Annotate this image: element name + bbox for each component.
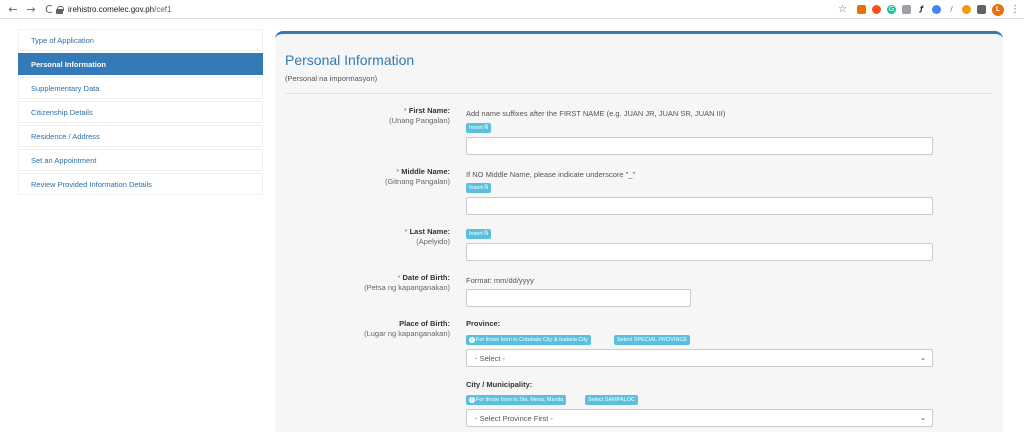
select-special-province-button[interactable]: Select SPECIAL PROVINCE <box>614 335 691 345</box>
first-name-hint: Add name suffixes after the FIRST NAME (… <box>466 109 726 118</box>
insert-enye-button[interactable]: Insert Ñ <box>466 123 492 133</box>
chevron-down-icon: ⌄ <box>920 354 926 362</box>
first-name-translation: (Unang Pangalan) <box>389 116 450 125</box>
extension-icon[interactable] <box>962 5 971 14</box>
dob-hint: Format: mm/dd/yyyy <box>466 276 534 285</box>
place-of-birth-translation: (Lugar ng kapanganakan) <box>364 329 450 338</box>
reload-icon[interactable]: C <box>42 2 56 16</box>
last-name-translation: (Apelyido) <box>416 237 450 246</box>
sta-mesa-info-badge[interactable]: i For those born in Sta. Mesa, Manila <box>466 395 567 405</box>
first-name-label: * First Name: (Unang Pangalan) <box>389 106 450 126</box>
info-icon: i <box>469 337 475 343</box>
url-host: irehistro.comelec.gov.ph <box>68 5 155 14</box>
middle-name-hint: If NO Middle Name, please indicate under… <box>466 170 636 179</box>
forward-arrow-icon[interactable]: → <box>24 2 38 16</box>
middle-name-translation: (Gitnang Pangalan) <box>384 177 450 186</box>
city-select-value: - Select Province First - <box>475 413 553 423</box>
cotabato-isabela-info-text: For those born in Cotabato City & Isabel… <box>476 337 588 343</box>
last-name-label-text: Last Name: <box>409 227 450 236</box>
place-of-birth-label-text: Place of Birth: <box>399 319 450 328</box>
dob-input[interactable] <box>466 289 691 307</box>
extensions-bar: ☆ G ƒ / L ⋮ <box>838 2 1020 17</box>
info-icon: i <box>469 397 475 403</box>
insert-enye-button[interactable]: Insert Ñ <box>466 229 492 239</box>
back-arrow-icon[interactable]: ← <box>6 2 20 16</box>
first-name-input[interactable] <box>466 137 933 155</box>
grammarly-icon[interactable]: G <box>887 5 896 14</box>
insert-enye-button[interactable]: Insert Ñ <box>466 183 492 193</box>
first-name-label-text: First Name: <box>408 106 450 115</box>
personal-information-panel: Personal Information (Personal na imporm… <box>275 31 1003 432</box>
sidebar-item-personal-information[interactable]: Personal Information <box>18 53 263 75</box>
province-label: Province: <box>466 319 501 328</box>
dob-label-text: Date of Birth: <box>402 273 451 282</box>
middle-name-input[interactable] <box>466 197 933 215</box>
place-of-birth-label: Place of Birth: (Lugar ng kapanganakan) <box>364 319 450 339</box>
bookmark-star-icon[interactable]: ☆ <box>838 4 847 15</box>
lock-icon[interactable] <box>56 5 64 14</box>
puzzle-icon[interactable] <box>977 5 986 14</box>
dob-label: * Date of Birth: (Petsa ng kapanganakan) <box>364 273 450 293</box>
steps-sidebar: Type of Application Personal Information… <box>18 29 263 197</box>
sidebar-item-set-appointment[interactable]: Set an Appointment <box>18 149 263 171</box>
divider <box>285 93 993 94</box>
address-bar[interactable]: irehistro.comelec.gov.ph/cef1 <box>56 2 856 17</box>
menu-dots-icon[interactable]: ⋮ <box>1010 4 1020 15</box>
chevron-down-icon: ⌄ <box>920 414 926 422</box>
province-select-value: - Select - <box>475 353 506 363</box>
url-path: /cef1 <box>154 5 172 14</box>
required-asterisk: * <box>397 273 401 282</box>
sidebar-item-review-information[interactable]: Review Provided Information Details <box>18 173 263 195</box>
sta-mesa-info-text: For those born in Sta. Mesa, Manila <box>476 397 564 403</box>
browser-toolbar: ← → C irehistro.comelec.gov.ph/cef1 ☆ G … <box>0 0 1024 19</box>
middle-name-label-text: Middle Name: <box>401 167 450 176</box>
extension-icon[interactable] <box>872 5 881 14</box>
extension-icon[interactable] <box>857 5 866 14</box>
formula-icon[interactable]: ƒ <box>917 5 926 14</box>
eyedropper-icon[interactable]: / <box>947 5 956 14</box>
extension-icon[interactable] <box>902 5 911 14</box>
last-name-label: * Last Name: (Apelyido) <box>405 227 450 247</box>
sidebar-item-supplementary-data[interactable]: Supplementary Data <box>18 77 263 99</box>
page-title: Personal Information <box>285 52 415 68</box>
city-municipality-select[interactable]: - Select Province First - ⌄ <box>466 409 933 427</box>
required-asterisk: * <box>396 167 400 176</box>
dob-translation: (Petsa ng kapanganakan) <box>364 283 450 292</box>
required-asterisk: * <box>404 227 408 236</box>
page-subtitle: (Personal na impormasyon) <box>285 74 378 83</box>
profile-avatar[interactable]: L <box>992 3 1004 16</box>
cotabato-isabela-info-badge[interactable]: i For those born in Cotabato City & Isabe… <box>466 335 591 345</box>
select-sampaloc-button[interactable]: Select SAMPALOC <box>585 395 638 405</box>
province-select[interactable]: - Select - ⌄ <box>466 349 933 367</box>
last-name-input[interactable] <box>466 243 933 261</box>
extension-icon[interactable] <box>932 5 941 14</box>
sidebar-item-residence-address[interactable]: Residence / Address <box>18 125 263 147</box>
sidebar-item-type-of-application[interactable]: Type of Application <box>18 29 263 51</box>
sidebar-item-citizenship-details[interactable]: Citizenship Details <box>18 101 263 123</box>
required-asterisk: * <box>403 106 407 115</box>
middle-name-label: * Middle Name: (Gitnang Pangalan) <box>385 167 450 187</box>
city-municipality-label: City / Municipality: <box>466 380 533 389</box>
